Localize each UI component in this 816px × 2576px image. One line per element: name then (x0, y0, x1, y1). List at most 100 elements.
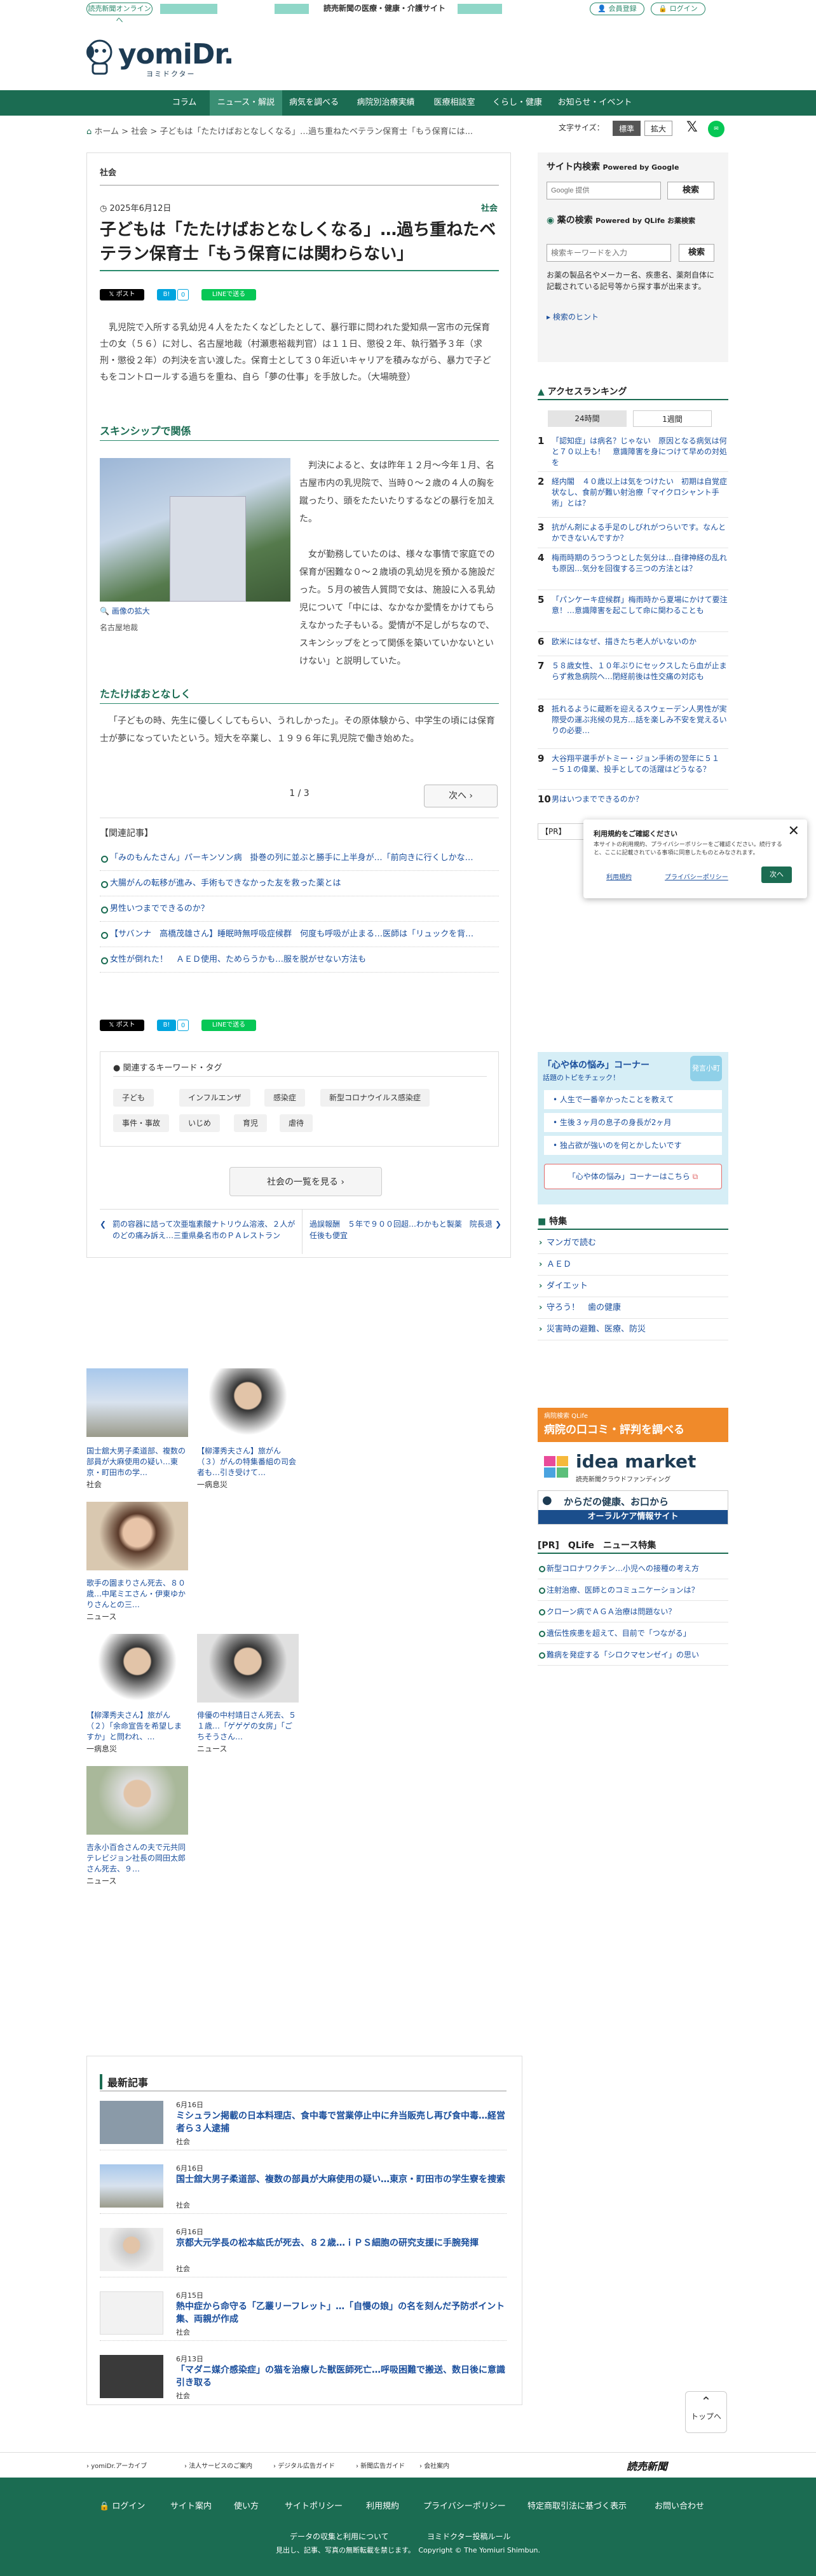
x-share-icon[interactable]: 𝕏 (686, 119, 698, 135)
back-to-top-button[interactable]: ⌃ トップへ (685, 2391, 727, 2433)
data-policy-link[interactable]: データの収集と利用について (290, 2531, 389, 2542)
prev-article-link[interactable]: ❮ 罰の容器に詰って次亜塩素酸ナトリウム溶液、２人がのどの痛み訴え…三重県桑名市の… (100, 1218, 297, 1241)
ranking-item[interactable]: 10 男はいつまでできるのか？ (538, 794, 728, 805)
ranking-item[interactable]: 1 「認知症」は病名？じゃない 原因となる病気は何と７０以上も！ 意識障害を身につ… (538, 436, 728, 468)
latest-item[interactable]: 6月16日 国士舘大男子柔道部、複数の部員が大麻使用の疑い…東京・町田市の学生寮… (100, 2161, 507, 2214)
keyword-tag[interactable]: 育児 (234, 1114, 268, 1132)
keyword-tag[interactable]: 新型コロナウイルス感染症 (320, 1089, 430, 1107)
feature-link[interactable]: 災害時の避難、医療、防災 (538, 1319, 728, 1340)
footer-link[interactable]: お問い合わせ (655, 2499, 704, 2511)
popup-next-button[interactable]: 次へ (761, 867, 792, 883)
breadcrumb-home[interactable]: ホーム (94, 127, 119, 137)
login-link[interactable]: 🔒 ログイン (651, 3, 705, 15)
popup-terms-link[interactable]: 利用規約 (606, 872, 632, 881)
posting-rule-link[interactable]: ヨミドクター投稿ルール (427, 2531, 511, 2542)
footer-link[interactable]: サイトポリシー (285, 2499, 343, 2511)
popup-privacy-link[interactable]: プライバシーポリシー (665, 872, 728, 881)
thumb-caption[interactable]: 【柳澤秀夫さん】旅がん（２）「余命宣告を希望しますか」と問われ、… (86, 1710, 188, 1743)
footer-login-link[interactable]: 🔒 ログイン (99, 2499, 145, 2511)
ranking-item[interactable]: 4 梅雨時期のうつうつとした気分は…自律神経の乱れも原因…気分を回復する三つの方法… (538, 553, 728, 574)
footer-link[interactable]: 特定商取引法に基づく表示 (527, 2499, 627, 2511)
footer-link[interactable]: 使い方 (234, 2499, 259, 2511)
footer-link[interactable]: › デジタル広告ガイド (273, 2460, 335, 2470)
ranking-item[interactable]: 2 経内閣 ４０歳以上は気をつけたい 初期は自覚症状なし、食前が難い射治療「マイク… (538, 476, 728, 509)
kokoro-item[interactable]: • 独占欲が強いのを何とかしたいです (544, 1136, 722, 1155)
site-search-input[interactable] (547, 182, 661, 199)
keyword-tag[interactable]: 虐待 (280, 1114, 313, 1132)
drug-search-button[interactable]: 検索 (679, 244, 714, 262)
qlife-item[interactable]: 難病を発症する「シロクマセンゼイ」の思い (538, 1644, 728, 1666)
x-post-button-bottom[interactable]: 𝕏 ポスト (100, 1020, 144, 1031)
drug-search-input[interactable] (547, 244, 671, 262)
qlife-item[interactable]: 注射治療、医師とのコミュニケーションは？ (538, 1579, 728, 1601)
nav-life[interactable]: くらし・健康 (483, 90, 552, 116)
section-list-button[interactable]: 社会の一覧を見る › (229, 1167, 382, 1196)
thumb-image[interactable] (86, 1502, 188, 1570)
footer-link[interactable]: サイト案内 (170, 2499, 212, 2511)
feature-link[interactable]: ダイエット (538, 1276, 728, 1297)
related-link[interactable]: 「みのもんたさん」パーキンソン病 掛巻の列に並ぶと勝手に上半身が…「前向きに行く… (100, 846, 499, 871)
fontsize-large-button[interactable]: 拡大 (644, 121, 672, 136)
footer-link[interactable]: 利用規約 (366, 2499, 399, 2511)
site-search-button[interactable]: 検索 (667, 182, 714, 199)
latest-item[interactable]: 6月16日 京都大元学長の松本紘氏が死去、８２歳…ｉＰＳ細胞の研究支援に手腕発揮… (100, 2224, 507, 2277)
keyword-tag[interactable]: インフルエンザ (179, 1089, 250, 1107)
ranking-item[interactable]: 3 抗がん剤による手足のしびれがつらいです。なんとかできないんですか？ (538, 522, 728, 544)
ranking-item[interactable]: 8 抵れるように蔵断を迎えるスウェーデン人男性が実際受の運ぶ兆候の見方…話を楽しみ… (538, 704, 728, 736)
next-page-button[interactable]: 次へ › (424, 785, 498, 807)
related-link[interactable]: 大腸がんの転移が進み、手術もできなかった友を救った薬とは (100, 871, 499, 896)
oralcare-banner[interactable]: ● からだの健康、お口から オーラルケア情報サイト (538, 1490, 728, 1525)
latest-item[interactable]: 6月15日 熱中症から命守る「乙叢リーフレット」…「自慢の娘」の名を刻んだ予防ポ… (100, 2288, 507, 2341)
kokoro-item[interactable]: • 人生で一番辛かったことを教えて (544, 1090, 722, 1109)
keyword-tag[interactable]: いじめ (179, 1114, 221, 1132)
footer-link[interactable]: › yomiDr.アーカイブ (86, 2460, 147, 2470)
tab-24h[interactable]: 24時間 (548, 410, 627, 427)
qlife-item[interactable]: クローン病でＡＧＡ治療は問題ない？ (538, 1601, 728, 1622)
qlife-item[interactable]: 遺伝性疾患を超えて、目前で「つながる」 (538, 1622, 728, 1644)
next-article-link[interactable]: 過誤報酬 ５年で９００回超…わかもと製薬 院長退任後も便宜 ❯ (309, 1218, 501, 1241)
nav-events[interactable]: お知らせ・イベント (552, 90, 638, 116)
image-zoom-link[interactable]: 🔍 画像の拡大 (100, 605, 150, 616)
ranking-item[interactable]: 6 欧米にはなぜ、描きたち老人がいないのか (538, 637, 728, 647)
keyword-tag[interactable]: 子ども (113, 1089, 154, 1107)
feature-link[interactable]: ＡＥＤ (538, 1254, 728, 1276)
footer-link[interactable]: › 会社案内 (419, 2460, 449, 2470)
ranking-item[interactable]: 5 「パンケーキ症候群」梅雨時から夏場にかけて要注意！…意識障害を起こして命に関わ… (538, 595, 728, 616)
thumb-image[interactable] (86, 1766, 188, 1835)
thumb-caption[interactable]: 国士舘大男子柔道部、複数の部員が大麻使用の疑い…東京・町田市の学… (86, 1446, 188, 1478)
thumb-image[interactable] (86, 1634, 188, 1703)
related-link[interactable]: 【サバンナ 高橋茂雄さん】睡眠時無呼吸症候群 何度も呼吸が止まる…医師は「リュッ… (100, 922, 499, 947)
qlife-hospital-banner[interactable]: 病院検索 QLife 病院の口コミ・評判を調べる (538, 1408, 728, 1442)
line-share-icon[interactable]: ✉ (708, 121, 724, 137)
ranking-item[interactable]: 7 ５８歳女性、１０年ぶりにセックスしたら血が止まらず救急病院へ…閉経前後は性交痛… (538, 661, 728, 682)
qlife-item[interactable]: 新型コロナワクチン…小児への接種の考え方 (538, 1558, 728, 1579)
related-link[interactable]: 女性が倒れた！ ＡＥＤ使用、ためらうかも…服を脱がせない方法も (100, 947, 499, 973)
yomiuri-online-link[interactable]: 読売新聞オンラインへ (86, 3, 153, 24)
breadcrumb-section[interactable]: 社会 (131, 127, 147, 137)
keyword-tag[interactable]: 事件・事故 (113, 1114, 170, 1132)
kokoro-more-link[interactable]: 「心や体の悩み」コーナーはこちら ⧉ (544, 1164, 722, 1189)
nav-column[interactable]: コラム (159, 90, 210, 116)
idea-market-banner[interactable]: idea market 読売新聞クラウドファンディング (538, 1450, 728, 1484)
hatena-bookmark-button-bottom[interactable]: B! (157, 1020, 176, 1031)
register-link[interactable]: 👤 会員登録 (590, 3, 644, 15)
nav-disease[interactable]: 病気を調べる (282, 90, 346, 116)
related-link[interactable]: 男性いつまでできるのか？ (100, 896, 499, 922)
latest-item[interactable]: 6月16日 ミシュラン掲載の日本料理店、食中毒で営業停止中に弁当販売し再び食中毒… (100, 2097, 507, 2150)
thumb-caption[interactable]: 俳優の中村靖日さん死去、５１歳…「ゲゲゲの女房」「ごちそうさん… (197, 1710, 299, 1743)
thumb-caption[interactable]: 吉永小百合さんの夫で元共同テレビジョン社長の岡田太郎さん死去、９… (86, 1842, 188, 1875)
keyword-tag[interactable]: 感染症 (264, 1089, 306, 1107)
fontsize-standard-button[interactable]: 標準 (613, 121, 641, 136)
ranking-item[interactable]: 9 大谷翔平選手がトミー・ジョン手術の翌年に５１−５１の偉業、投手としての活躍はど… (538, 753, 728, 775)
footer-link[interactable]: › 新聞広告ガイド (356, 2460, 405, 2470)
search-hint-link[interactable]: ▸ 検索のヒント (547, 311, 599, 322)
feature-link[interactable]: 守ろう！ 歯の健康 (538, 1297, 728, 1319)
thumb-caption[interactable]: 歌手の園まりさん死去、８０歳…中尾ミエさん・伊東ゆかりさんとの三… (86, 1578, 188, 1610)
close-icon[interactable]: ✕ (788, 823, 799, 839)
nav-consult[interactable]: 医療相談室 (426, 90, 483, 116)
kokoro-item[interactable]: • 生後３ヶ月の息子の身長が2ヶ月 (544, 1113, 722, 1132)
line-send-button[interactable]: LINEで送る (201, 289, 256, 300)
line-send-button-bottom[interactable]: LINEで送る (201, 1020, 256, 1031)
court-photo[interactable] (100, 458, 290, 602)
x-post-button[interactable]: 𝕏 ポスト (100, 289, 144, 300)
